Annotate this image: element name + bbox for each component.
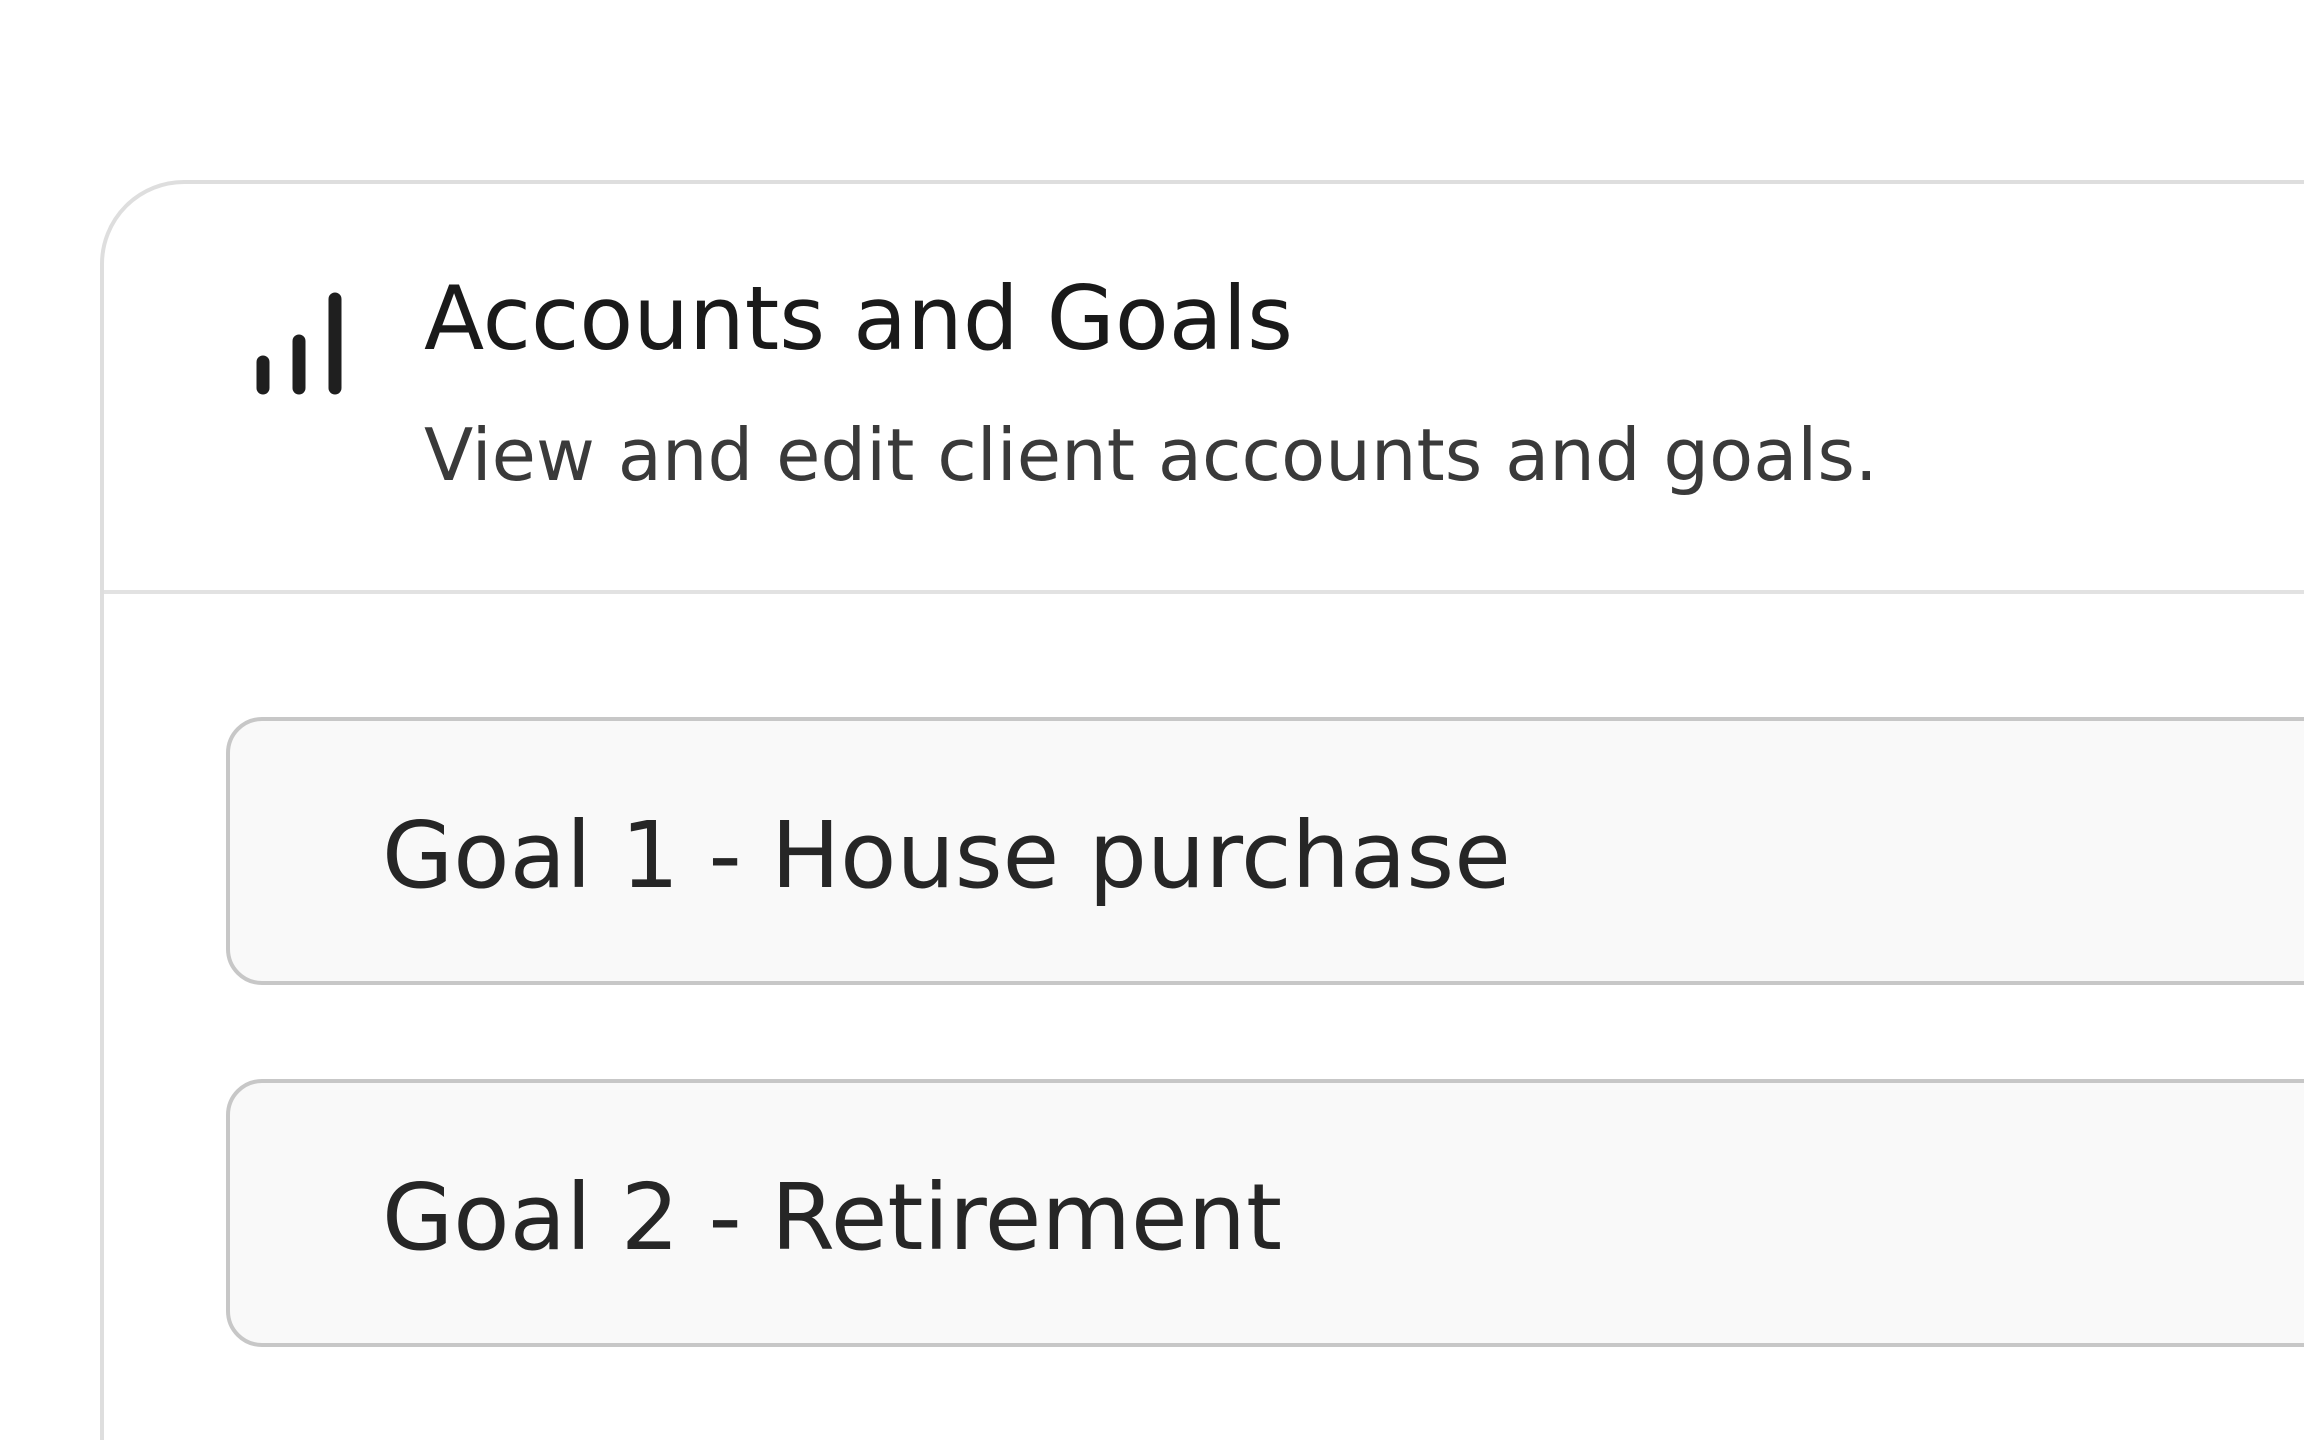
- page-subtitle: View and edit client accounts and goals.: [424, 413, 1878, 497]
- goal-label: Goal 2 - Retirement: [382, 1164, 1283, 1271]
- page-title: Accounts and Goals: [424, 267, 1293, 370]
- goal-item-retirement[interactable]: Goal 2 - Retirement: [226, 1079, 2304, 1347]
- goal-label: Goal 1 - House purchase: [382, 802, 1511, 909]
- card-header: Accounts and Goals View and edit client …: [104, 184, 2304, 594]
- goal-item-house-purchase[interactable]: Goal 1 - House purchase: [226, 717, 2304, 985]
- page: Accounts and Goals View and edit client …: [0, 0, 2304, 1440]
- bar-chart-icon: [254, 289, 344, 399]
